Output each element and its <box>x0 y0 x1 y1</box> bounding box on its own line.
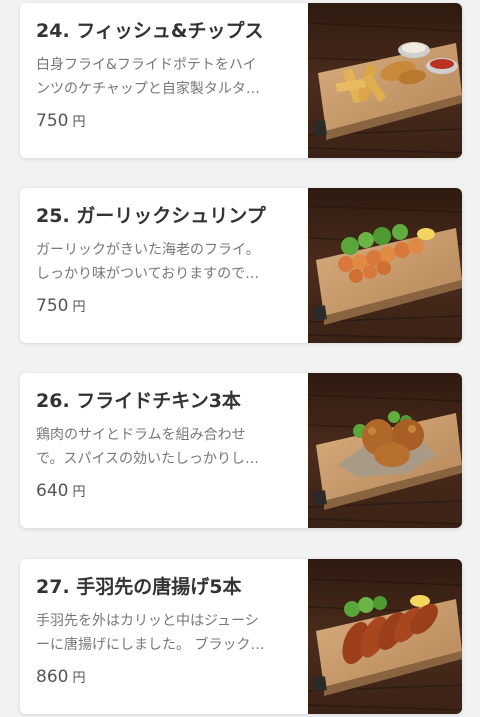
menu-item-description: ガーリックがきいた海老のフライ。 しっかり味がついておりますので… <box>36 238 298 286</box>
menu-item-text: 27. 手羽先の唐揚げ5本 手羽先を外はカリッと中はジューシ ーに唐揚げにしまし… <box>36 573 298 691</box>
menu-item-card[interactable]: 24. フィッシュ&チップス 白身フライ&フライドポテトをハイ ンツのケチャップ… <box>20 3 462 158</box>
price-value: 750 <box>36 111 69 131</box>
currency-label: 円 <box>72 115 86 130</box>
menu-item-description: 手羽先を外はカリッと中はジューシ ーに唐揚げにしました。 ブラック… <box>36 609 298 657</box>
currency-label: 円 <box>72 671 86 686</box>
description-line: 鶏肉のサイとドラムを組み合わせ <box>36 427 246 443</box>
description-line: 手羽先を外はカリッと中はジューシ <box>36 613 259 629</box>
menu-item-card[interactable]: 25. ガーリックシュリンプ ガーリックがきいた海老のフライ。 しっかり味がつい… <box>20 188 462 343</box>
chicken-wings-photo <box>308 559 462 714</box>
description-line: しっかり味がついておりますので… <box>36 266 260 282</box>
menu-item-card[interactable]: 27. 手羽先の唐揚げ5本 手羽先を外はカリッと中はジューシ ーに唐揚げにしまし… <box>20 559 462 714</box>
menu-list: 24. フィッシュ&チップス 白身フライ&フライドポテトをハイ ンツのケチャップ… <box>0 0 480 717</box>
menu-item-text: 24. フィッシュ&チップス 白身フライ&フライドポテトをハイ ンツのケチャップ… <box>36 17 298 135</box>
description-line: ンツのケチャップと自家製タルタ… <box>36 81 260 97</box>
currency-label: 円 <box>72 300 86 315</box>
description-line: ガーリックがきいた海老のフライ。 <box>36 242 260 258</box>
description-line: で。スパイスの効いたしっかりし… <box>36 451 260 467</box>
menu-item-price: 750 円 <box>36 294 298 320</box>
description-line: 白身フライ&フライドポテトをハイ <box>36 57 257 73</box>
menu-item-text: 25. ガーリックシュリンプ ガーリックがきいた海老のフライ。 しっかり味がつい… <box>36 202 298 320</box>
price-value: 860 <box>36 667 69 687</box>
garlic-shrimp-photo <box>308 188 462 343</box>
price-value: 640 <box>36 481 69 501</box>
price-value: 750 <box>36 296 69 316</box>
menu-item-price: 640 円 <box>36 479 298 505</box>
menu-item-title: 26. フライドチキン3本 <box>36 390 241 412</box>
menu-item-description: 白身フライ&フライドポテトをハイ ンツのケチャップと自家製タルタ… <box>36 53 298 101</box>
description-line: ーに唐揚げにしました。 ブラック… <box>36 637 265 653</box>
menu-item-card[interactable]: 26. フライドチキン3本 鶏肉のサイとドラムを組み合わせ で。スパイスの効いた… <box>20 373 462 528</box>
fish-and-chips-photo <box>308 3 462 158</box>
menu-item-title: 27. 手羽先の唐揚げ5本 <box>36 576 242 598</box>
fried-chicken-photo <box>308 373 462 528</box>
menu-item-text: 26. フライドチキン3本 鶏肉のサイとドラムを組み合わせ で。スパイスの効いた… <box>36 387 298 505</box>
menu-item-price: 750 円 <box>36 109 298 135</box>
menu-item-title: 25. ガーリックシュリンプ <box>36 205 266 227</box>
menu-item-description: 鶏肉のサイとドラムを組み合わせ で。スパイスの効いたしっかりし… <box>36 423 298 471</box>
menu-item-title: 24. フィッシュ&チップス <box>36 20 264 42</box>
currency-label: 円 <box>72 485 86 500</box>
menu-item-price: 860 円 <box>36 665 298 691</box>
